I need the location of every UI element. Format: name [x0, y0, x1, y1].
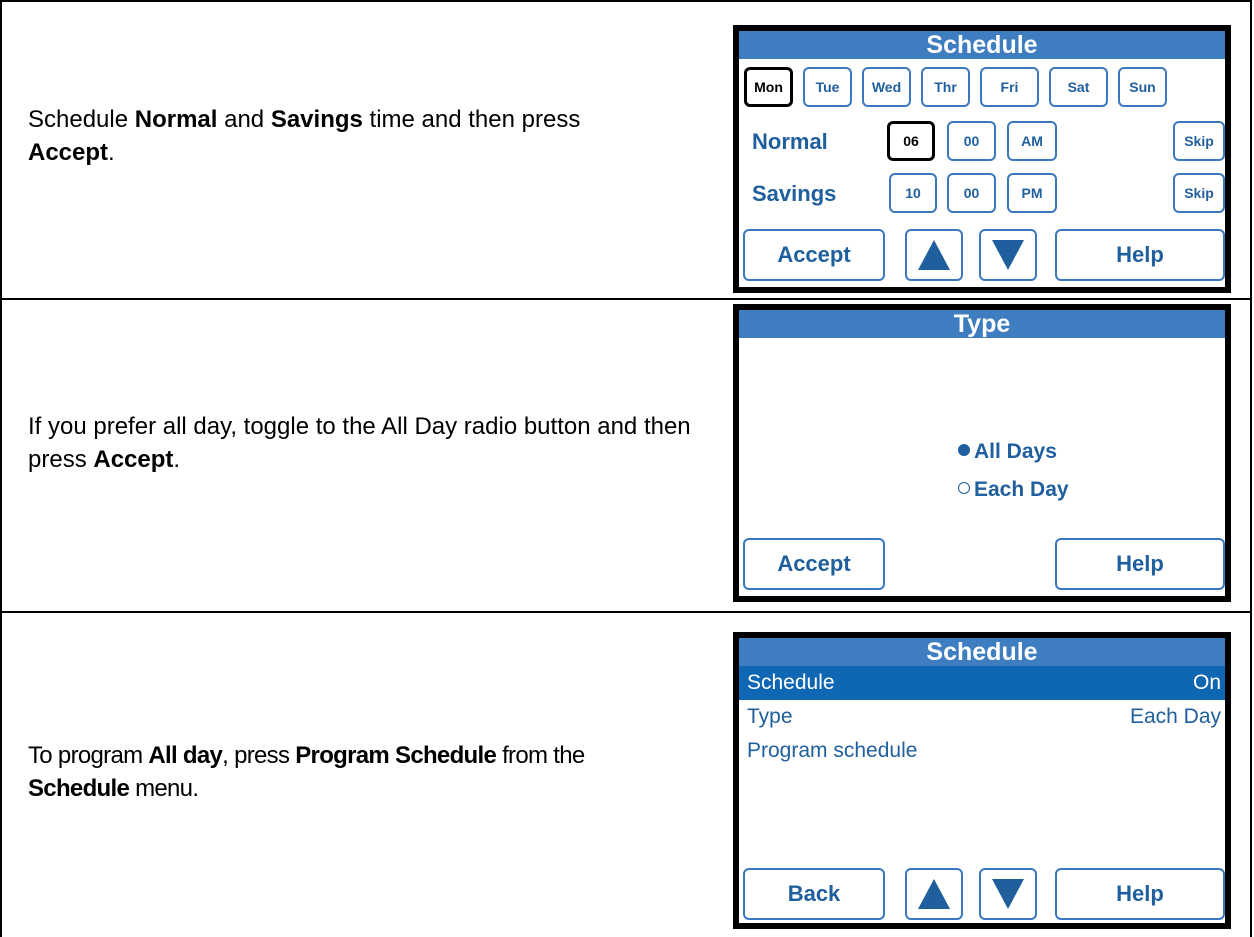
help-button[interactable]: Help	[1055, 229, 1225, 281]
menu-item-program-schedule[interactable]: Program schedule	[739, 734, 1225, 768]
accept-button[interactable]: Accept	[743, 229, 885, 281]
normal-skip-button[interactable]: Skip	[1173, 121, 1225, 161]
savings-label: Savings	[752, 181, 837, 206]
menu-item-value: Each Day	[1129, 705, 1221, 728]
help-button[interactable]: Help	[1055, 868, 1225, 920]
down-arrow-button[interactable]	[979, 868, 1037, 920]
back-button[interactable]: Back	[743, 868, 885, 920]
desc-bold: All day	[148, 742, 223, 769]
savings-ampm-field[interactable]: PM	[1007, 173, 1057, 213]
desc-bold: Accept	[93, 446, 174, 473]
normal-ampm-field[interactable]: AM	[1007, 121, 1057, 161]
radio-unselected-icon	[958, 482, 970, 495]
screen-content: Schedule Schedule On Type Each Day Progr…	[739, 638, 1225, 923]
desc-bold: Normal	[134, 106, 218, 133]
down-arrow-icon	[992, 240, 1024, 270]
up-arrow-button[interactable]	[905, 868, 963, 920]
accept-button[interactable]: Accept	[743, 538, 885, 590]
day-button-wed[interactable]: Wed	[862, 67, 911, 107]
desc-text: To program	[28, 742, 149, 769]
device-screen-schedule-menu: Schedule Schedule On Type Each Day Progr…	[733, 632, 1231, 929]
row-description: To program All day, press Program Schedu…	[28, 739, 728, 805]
menu-item-label: Program schedule	[747, 739, 918, 762]
up-arrow-button[interactable]	[905, 229, 963, 281]
day-button-fri[interactable]: Fri	[980, 67, 1039, 107]
screen-title: Schedule	[739, 31, 1225, 59]
desc-bold: Schedule	[28, 775, 130, 802]
down-arrow-icon	[992, 879, 1024, 909]
normal-hour-field[interactable]: 06	[887, 121, 935, 161]
day-button-mon[interactable]: Mon	[744, 67, 793, 107]
menu-item-value: On	[1192, 671, 1221, 694]
desc-bold: Savings	[270, 106, 363, 133]
screen-title: Type	[739, 310, 1225, 338]
savings-skip-button[interactable]: Skip	[1173, 173, 1225, 213]
radio-label: All Days	[974, 440, 1057, 463]
device-screen-schedule-times: Schedule Mon Tue Wed Thr Fri Sat Sun Nor…	[733, 25, 1231, 293]
normal-label: Normal	[752, 129, 828, 154]
radio-all-days[interactable]: All Days	[958, 440, 1057, 464]
radio-label: Each Day	[974, 478, 1069, 501]
screen-content: Schedule Mon Tue Wed Thr Fri Sat Sun Nor…	[739, 31, 1225, 287]
desc-text: time and then press	[362, 106, 581, 133]
desc-text: and	[217, 106, 271, 133]
desc-bold: Accept	[28, 139, 109, 166]
desc-text: from the	[496, 742, 585, 769]
desc-text: Schedule	[28, 106, 135, 133]
day-button-sat[interactable]: Sat	[1049, 67, 1108, 107]
screen-title: Schedule	[739, 638, 1225, 666]
desc-bold: Program Schedule	[295, 742, 497, 769]
desc-text: .	[173, 446, 181, 473]
help-button[interactable]: Help	[1055, 538, 1225, 590]
day-button-thr[interactable]: Thr	[921, 67, 970, 107]
up-arrow-icon	[918, 879, 950, 909]
desc-text: , press	[222, 742, 296, 769]
screen-content: Type All Days Each Day Accept Help	[739, 310, 1225, 596]
menu-item-type[interactable]: Type Each Day	[739, 700, 1225, 734]
menu-item-schedule[interactable]: Schedule On	[739, 666, 1225, 700]
up-arrow-icon	[918, 240, 950, 270]
savings-hour-field[interactable]: 10	[889, 173, 937, 213]
down-arrow-button[interactable]	[979, 229, 1037, 281]
row-description: If you prefer all day, toggle to the All…	[28, 410, 718, 476]
radio-each-day[interactable]: Each Day	[958, 478, 1069, 502]
day-button-tue[interactable]: Tue	[803, 67, 852, 107]
normal-minute-field[interactable]: 00	[947, 121, 996, 161]
menu-item-label: Schedule	[747, 671, 835, 694]
savings-minute-field[interactable]: 00	[947, 173, 996, 213]
row-description: Schedule Normal and Savings time and the…	[28, 103, 728, 169]
desc-text: menu.	[129, 775, 199, 802]
menu-item-label: Type	[747, 705, 793, 728]
desc-text: .	[108, 139, 115, 166]
day-button-sun[interactable]: Sun	[1118, 67, 1167, 107]
device-screen-type: Type All Days Each Day Accept Help	[733, 304, 1231, 602]
radio-selected-icon	[958, 444, 970, 457]
